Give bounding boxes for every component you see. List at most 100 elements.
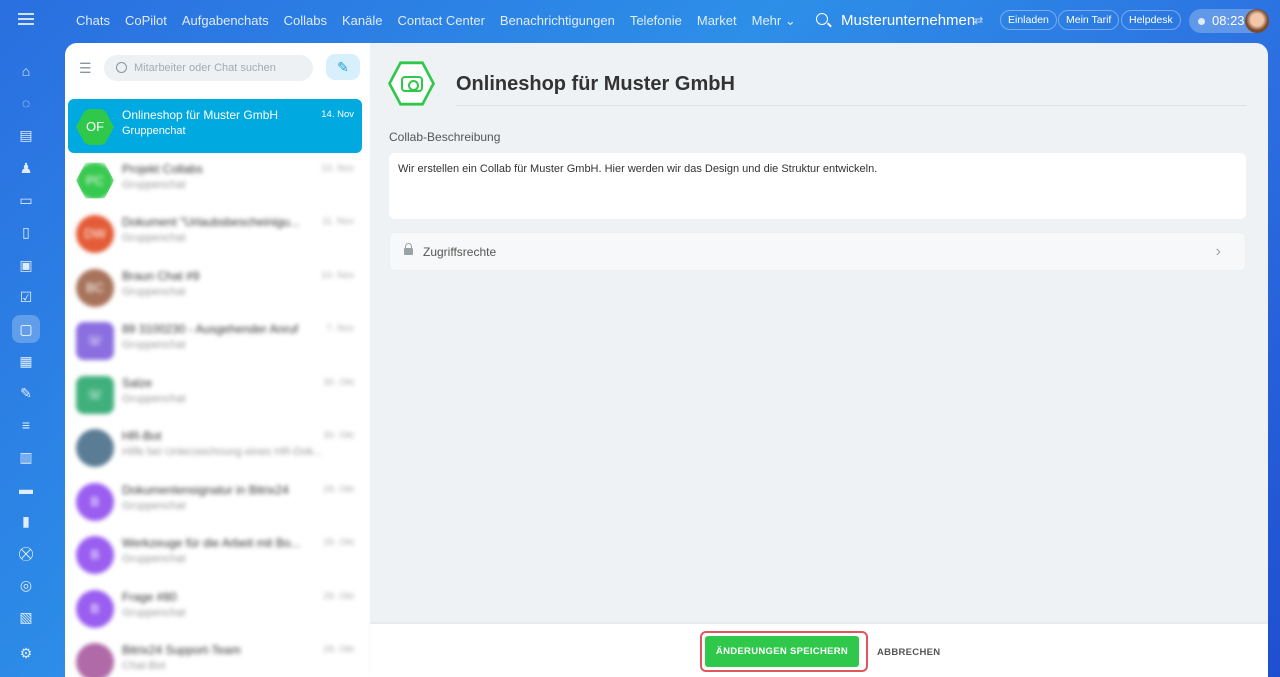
access-rights-row[interactable]: Zugriffsrechte › [389,232,1246,271]
chat-date: 7. Nov [326,323,354,334]
chat-list-item[interactable]: Bitrix24 Support-Team Chat-Bot 29. Okt [68,634,362,677]
storage-icon[interactable]: ▥ [16,447,36,467]
chat-avatar [76,643,114,677]
user-avatar[interactable] [1245,9,1269,33]
chat-name: HR-Bot [122,429,162,443]
chat-name: Werkzeuge für die Arbeit mit Bo... [122,536,301,550]
goal-icon[interactable]: ◎ [16,575,36,595]
board-icon[interactable]: ▣ [16,255,36,275]
contacts-icon[interactable]: ♟ [16,158,36,178]
box-icon[interactable]: ▧ [16,607,36,627]
divider [456,105,1246,106]
chat-list-item[interactable]: B Frage #80 Gruppenchat 29. Okt [68,581,362,635]
filter-icon[interactable]: ≡ [16,415,36,435]
chat-list-item[interactable]: B Dokumentensignatur in Bitrix24 Gruppench… [68,474,362,528]
chat-date: 13. Nov [321,162,354,174]
new-chat-button[interactable]: ✎ [326,54,360,80]
home-icon[interactable]: ⌂ [16,61,36,81]
copilot-icon[interactable]: ◌ [16,93,36,113]
feed-icon[interactable]: ▤ [16,125,36,145]
chat-list-panel: ☰ Mitarbeiter oder Chat suchen ✎ OF Onlin… [65,43,370,677]
chat-list-item[interactable]: PC Projekt Collabs Gruppenchat 13. Nov [68,153,362,207]
chat-avatar: PC [76,162,114,199]
chat-avatar: DW [76,215,114,253]
tariff-button[interactable]: Mein Tarif [1058,10,1120,30]
chat-list-item[interactable]: DW Dokument "Urlaubsbescheinigu... Gruppen… [68,206,362,260]
nav-item[interactable]: Contact Center [397,13,484,29]
chat-name: Bitrix24 Support-Team [122,643,241,657]
chat-name: Braun Chat #9 [122,268,200,283]
description-textarea[interactable]: Wir erstellen ein Collab für Muster GmbH… [389,153,1246,219]
chat-list-item[interactable]: HR-Bot Hilfe bei Unterzeichnung eines HR-… [68,420,362,474]
chat-name: Dokument "Urlaubsbescheinigu... [122,215,300,229]
chat-date: 30. Okt [323,430,354,441]
chat-date: 30. Okt [323,376,354,388]
collab-title-input[interactable]: Onlineshop für Muster GmbH [456,73,735,96]
chat-subtitle: Gruppenchat [122,285,186,298]
chat-subtitle: Gruppenchat [122,232,186,244]
chat-list-item[interactable]: OF Onlineshop für Muster GmbH Gruppenchat 1… [68,99,362,153]
footer: ÄNDERUNGEN SPEICHERN ABBRECHEN [370,624,1268,677]
top-bar: Chats CoPilot Aufgabenchats Collabs Kanäle Co… [0,0,1280,42]
chat-list-item[interactable]: ☏ Salze Gruppenchat 30. Okt [68,367,362,421]
chat-avatar: B [76,536,114,574]
chat-subtitle: Chat-Bot [122,660,166,672]
invite-button[interactable]: Einladen [1000,10,1057,30]
chat-avatar: BC [76,268,114,307]
helpdesk-button[interactable]: Helpdesk [1121,10,1181,30]
nav-item[interactable]: Telefonie [630,13,682,29]
chat-subtitle: Gruppenchat [122,125,186,137]
chat-subtitle: Gruppenchat [122,392,186,405]
chat-date: 11. Nov [321,216,354,227]
save-button[interactable]: ÄNDERUNGEN SPEICHERN [705,636,859,667]
chat-list-item[interactable]: ☏ 89 3100230 - Ausgehender Anruf Gruppench… [68,313,362,367]
settings-icon[interactable]: ⚙ [16,643,36,663]
filter-icon[interactable]: ☰ [79,60,92,77]
chat-date: 29. Okt [323,483,354,495]
cancel-button[interactable]: ABBRECHEN [877,647,940,658]
company-name[interactable]: Musterunternehmen [841,12,975,29]
nav-item[interactable]: Market [697,13,737,29]
chat-subtitle: Gruppenchat [122,178,186,191]
collab-avatar-upload[interactable] [388,61,435,106]
switch-icon[interactable]: ⇄ [974,14,983,27]
chat-list-item[interactable]: B Werkzeuge für die Arbeit mit Bo... Grupp… [68,527,362,581]
analytics-icon[interactable]: ▮ [16,511,36,531]
nav-item[interactable]: Kanäle [342,13,382,29]
collab-edit-panel: Onlineshop für Muster GmbH Collab-Beschr… [370,43,1268,677]
nav-item[interactable]: Chats [76,13,110,29]
menu-icon[interactable] [18,13,34,25]
chat-avatar: OF [76,109,114,145]
nav-item[interactable]: CoPilot [125,13,167,29]
calendar-icon[interactable]: ▦ [16,351,36,371]
camera-icon [401,76,423,92]
chat-date: 29. Okt [323,537,354,548]
chat-icon[interactable]: ▢ [12,315,40,343]
card-icon[interactable]: ▬ [16,479,36,499]
nav-item[interactable]: Benachrichtigungen [500,13,615,29]
chat-avatar [76,429,114,467]
sign-icon[interactable]: ✎ [16,383,36,403]
inbox-icon[interactable]: ▭ [16,190,36,210]
lock-icon [404,243,413,255]
chat-name: Salze [122,375,153,390]
worktime-button[interactable]: 08:23 [1189,9,1269,33]
shop-icon[interactable]: ⛒ [16,543,36,563]
search-icon[interactable] [816,13,828,25]
search-input[interactable]: Mitarbeiter oder Chat suchen [104,55,313,81]
chat-name: Onlineshop für Muster GmbH [122,108,279,122]
chat-name: 89 3100230 - Ausgehender Anruf [122,322,299,336]
nav-item[interactable]: Collabs [284,13,327,29]
chevron-right-icon: › [1215,243,1221,260]
chat-date: 14. Nov [321,109,354,120]
chat-date: 29. Okt [323,590,354,602]
tasks-icon[interactable]: ☑ [16,287,36,307]
chat-date: 10. Nov [321,269,354,281]
chat-list-item[interactable]: BC Braun Chat #9 Gruppenchat 10. Nov [68,260,362,314]
document-icon[interactable]: ▯ [16,222,36,242]
time: 08:23 [1212,13,1245,28]
nav-item[interactable]: Mehr ⌄ [752,13,796,29]
chat-subtitle: Hilfe bei Unterzeichnung eines HR-Dok... [122,446,323,458]
chat-avatar: ☏ [76,375,114,414]
nav-item[interactable]: Aufgabenchats [182,13,269,29]
